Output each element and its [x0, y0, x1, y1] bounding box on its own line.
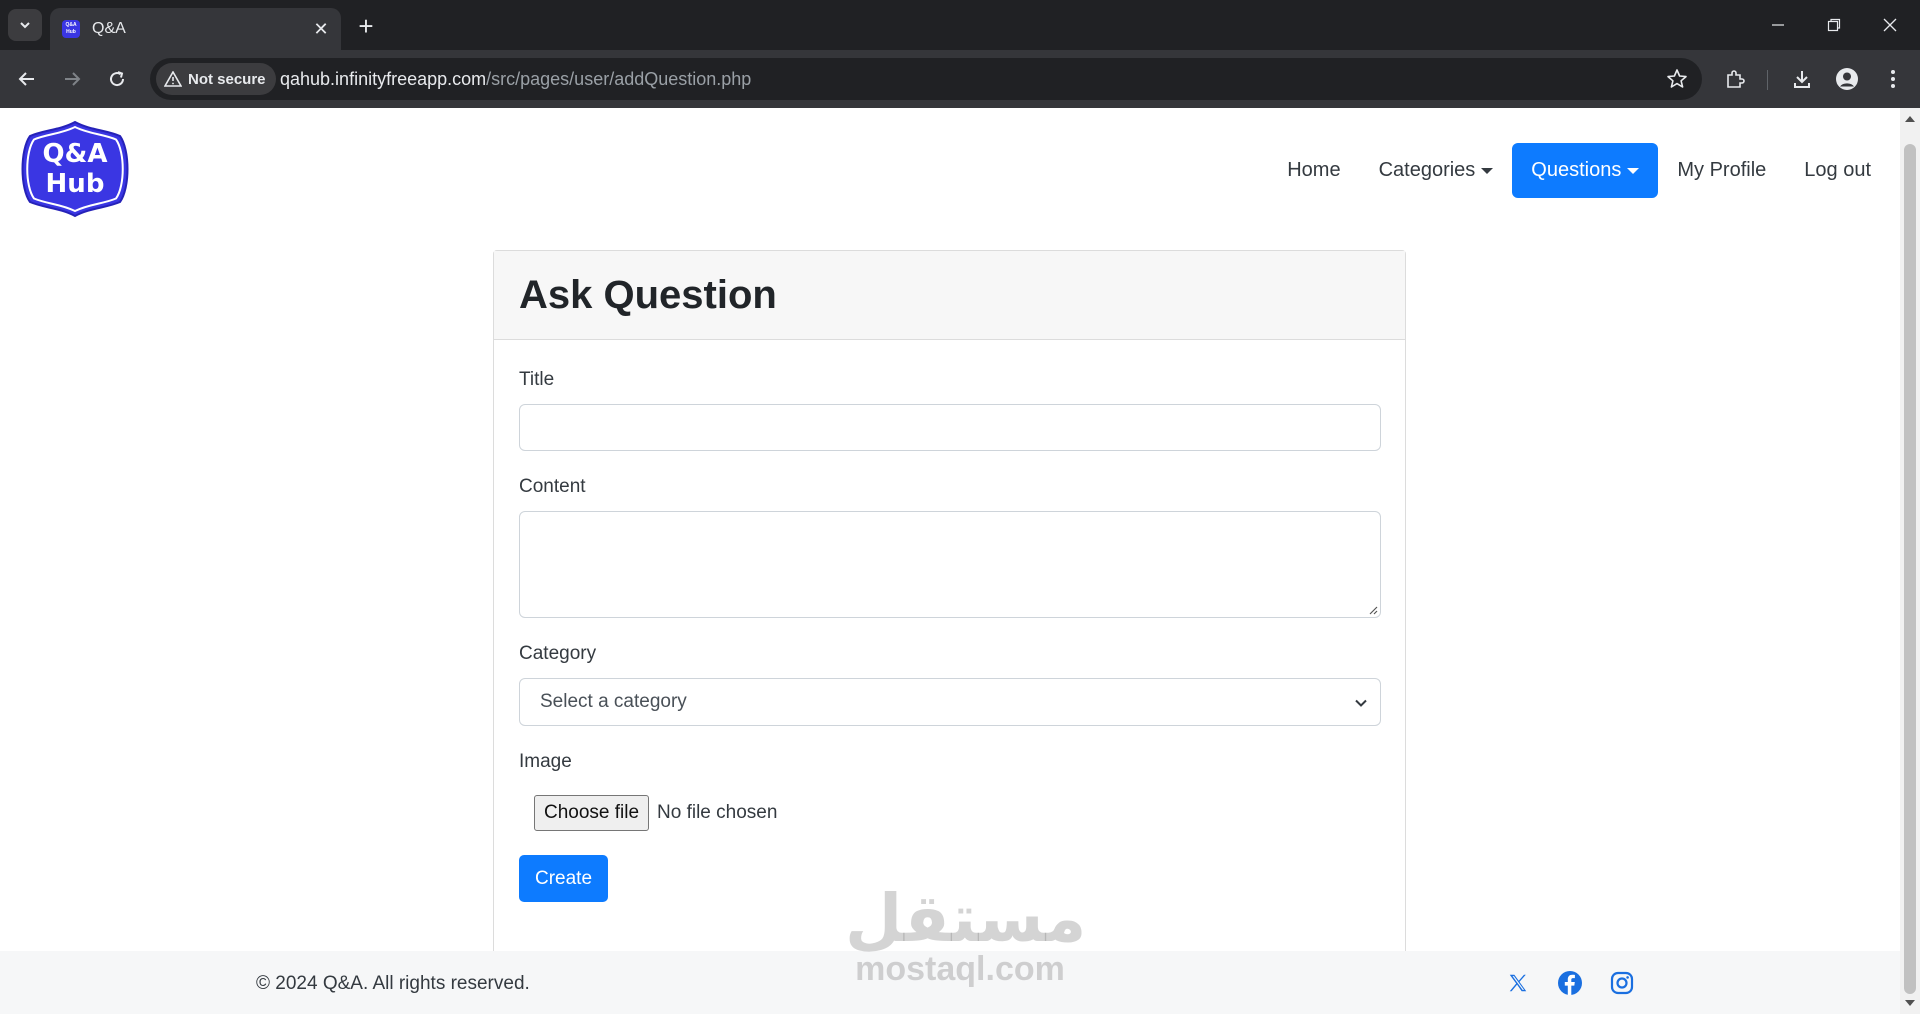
reload-button[interactable] [100, 62, 134, 96]
url-path: /src/pages/user/addQuestion.php [486, 69, 752, 89]
restore-icon [1827, 18, 1841, 32]
main-navigation: Home Categories Questions My Profile Log… [1268, 143, 1890, 198]
x-icon[interactable] [1504, 969, 1532, 997]
caret-down-icon [1481, 167, 1494, 174]
nav-my-profile[interactable]: My Profile [1658, 143, 1785, 198]
arrow-left-icon [18, 72, 34, 86]
back-button[interactable] [10, 62, 44, 96]
facebook-icon[interactable] [1556, 969, 1584, 997]
url-text: qahub.infinityfreeapp.com/src/pages/user… [280, 69, 751, 90]
new-tab-button[interactable]: + [352, 11, 380, 41]
favicon-icon: Q&A Hub [62, 20, 80, 38]
image-label: Image [519, 751, 572, 772]
scroll-thumb[interactable] [1904, 144, 1916, 994]
extensions-icon[interactable] [1720, 64, 1750, 94]
content-label: Content [519, 476, 586, 497]
tab-title: Q&A [92, 20, 126, 37]
security-indicator[interactable]: Not secure [156, 63, 276, 95]
scroll-down-arrow-icon[interactable] [1905, 1000, 1915, 1006]
card-header: Ask Question [494, 251, 1405, 340]
chevron-down-icon [20, 22, 30, 29]
site-logo[interactable]: Q&A Hub [18, 120, 132, 218]
reload-icon [110, 71, 125, 87]
content-textarea[interactable] [519, 511, 1381, 618]
category-select[interactable]: Select a category [519, 678, 1381, 726]
arrow-right-icon [65, 72, 81, 86]
menu-kebab-icon[interactable] [1878, 64, 1908, 94]
tab-search-button[interactable] [8, 9, 42, 41]
warning-icon [164, 71, 182, 87]
resize-grip-icon[interactable] [1368, 605, 1378, 615]
chevron-down-icon [1355, 699, 1367, 707]
profile-avatar-icon[interactable] [1832, 64, 1862, 94]
browser-tab-bar: Q&A Hub Q&A ✕ + [0, 0, 1920, 50]
logo-text: Q&A Hub [18, 120, 132, 218]
title-label: Title [519, 369, 555, 390]
close-tab-icon[interactable]: ✕ [309, 17, 333, 41]
browser-tab[interactable]: Q&A Hub Q&A ✕ [50, 8, 341, 50]
choose-file-button[interactable]: Choose file [534, 795, 650, 831]
nav-questions-label: Questions [1531, 159, 1622, 181]
forward-button[interactable] [55, 62, 89, 96]
toolbar-divider [1767, 70, 1768, 90]
minimize-icon [1772, 24, 1784, 26]
nav-categories-dropdown[interactable]: Categories [1360, 143, 1513, 198]
browser-toolbar: Not secure qahub.infinityfreeapp.com/src… [0, 50, 1920, 108]
page-title: Ask Question [519, 272, 777, 317]
nav-log-out[interactable]: Log out [1785, 143, 1890, 198]
file-status-text: No file chosen [657, 802, 778, 823]
logo-line-2: Hub [45, 169, 105, 199]
ask-question-card: Ask Question Title Content Category Sele… [493, 250, 1406, 955]
category-label: Category [519, 643, 597, 664]
url-host: qahub.infinityfreeapp.com [280, 69, 487, 89]
watermark-latin: mostaql.com [855, 950, 1065, 988]
close-icon [1883, 18, 1897, 32]
watermark: مستقل mostaql.com [845, 880, 1087, 988]
instagram-icon[interactable] [1608, 969, 1636, 997]
category-selected-value: Select a category [540, 691, 687, 712]
security-label: Not secure [188, 70, 266, 88]
nav-home[interactable]: Home [1268, 143, 1359, 198]
close-window-button[interactable] [1862, 0, 1918, 50]
copyright-text: © 2024 Q&A. All rights reserved. [256, 973, 530, 994]
bookmark-star-icon[interactable] [1666, 68, 1688, 95]
page-scrollbar[interactable] [1900, 108, 1920, 1014]
restore-button[interactable] [1806, 0, 1862, 50]
page-viewport: Q&A Hub Home Categories Questions My Pro… [0, 108, 1900, 1014]
nav-questions-dropdown[interactable]: Questions [1512, 143, 1659, 198]
logo-line-1: Q&A [42, 139, 108, 169]
scroll-up-arrow-icon[interactable] [1905, 116, 1915, 122]
watermark-arabic: مستقل [845, 880, 1087, 957]
nav-categories-label: Categories [1378, 159, 1476, 181]
address-bar[interactable]: Not secure qahub.infinityfreeapp.com/src… [150, 58, 1702, 100]
download-icon[interactable] [1787, 64, 1817, 94]
create-button[interactable]: Create [519, 855, 609, 902]
title-input[interactable] [519, 404, 1381, 451]
minimize-button[interactable] [1750, 0, 1806, 50]
caret-down-icon [1627, 167, 1640, 174]
